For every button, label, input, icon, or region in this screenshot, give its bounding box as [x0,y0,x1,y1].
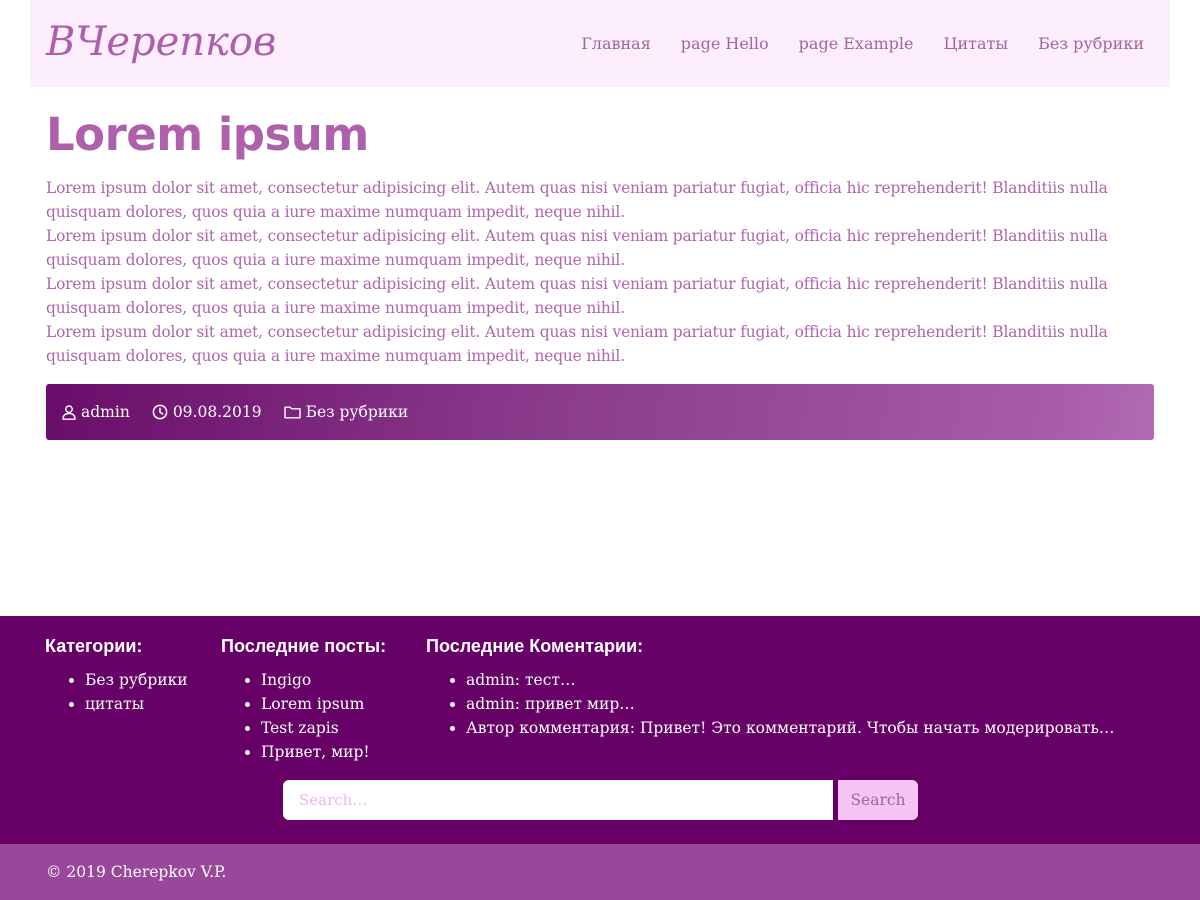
search-form: Search [283,780,918,820]
post-author[interactable]: admin [62,403,130,421]
nav-item-uncategorized[interactable]: Без рубрики [1038,34,1144,53]
list-item: Без рубрики [85,668,188,692]
site-header: ВЧерепков Главная page Hello page Exampl… [30,0,1170,87]
post-link[interactable]: Lorem ipsum [261,695,364,713]
user-icon [62,404,76,420]
site-footer: Категории: Без рубрики цитаты Последние … [0,616,1200,844]
list-item: Автор комментария: Привет! Это комментар… [466,716,1114,740]
post-content: Lorem ipsum dolor sit amet, consectetur … [46,176,1136,368]
nav-item-quotes[interactable]: Цитаты [944,34,1009,53]
post-date: 09.08.2019 [152,403,262,421]
list-item: admin: тест… [466,668,1114,692]
post-paragraph: Lorem ipsum dolor sit amet, consectetur … [46,323,1108,365]
copyright-text: © 2019 Cherepkov V.P. [46,863,227,881]
search-input[interactable] [283,780,833,820]
site-logo[interactable]: ВЧерепков [46,12,276,72]
copyright-bar: © 2019 Cherepkov V.P. [0,844,1200,900]
comment-link[interactable]: Автор комментария: Привет! Это комментар… [466,719,1114,737]
footer-recent-posts-list: Ingigo Lorem ipsum Test zapis Привет, ми… [221,668,386,764]
search-button[interactable]: Search [838,780,918,820]
main-nav: Главная page Hello page Example Цитаты Б… [581,0,1144,87]
post-link[interactable]: Ingigo [261,671,311,689]
list-item: Test zapis [261,716,386,740]
post-paragraph: Lorem ipsum dolor sit amet, consectetur … [46,179,1108,221]
post-paragraph: Lorem ipsum dolor sit amet, consectetur … [46,227,1108,269]
post-link[interactable]: Test zapis [261,719,339,737]
comment-link[interactable]: admin: тест… [466,671,575,689]
footer-categories-list: Без рубрики цитаты [45,668,188,716]
post-link[interactable]: Привет, мир! [261,743,370,761]
post-date-label: 09.08.2019 [172,403,262,421]
footer-categories: Категории: Без рубрики цитаты [45,634,188,716]
list-item: цитаты [85,692,188,716]
post-paragraph: Lorem ipsum dolor sit amet, consectetur … [46,275,1108,317]
nav-item-page-hello[interactable]: page Hello [681,34,769,53]
list-item: Lorem ipsum [261,692,386,716]
post-meta-bar: admin 09.08.2019 Без рубрики [46,384,1154,440]
list-item: Привет, мир! [261,740,386,764]
post-author-label: admin [81,403,130,421]
footer-categories-heading: Категории: [45,636,143,656]
nav-item-home[interactable]: Главная [581,34,651,53]
footer-recent-comments-heading: Последние Коментарии: [426,636,644,656]
clock-icon [152,404,168,420]
category-link[interactable]: Без рубрики [85,671,188,689]
footer-recent-comments: Последние Коментарии: admin: тест… admin… [426,634,1114,740]
folder-icon [283,405,301,419]
post-category-label: Без рубрики [305,403,409,421]
nav-item-page-example[interactable]: page Example [799,34,914,53]
footer-recent-posts: Последние посты: Ingigo Lorem ipsum Test… [221,634,386,764]
comment-link[interactable]: admin: привет мир… [466,695,635,713]
category-link[interactable]: цитаты [85,695,144,713]
post-title: Lorem ipsum [46,108,369,161]
list-item: admin: привет мир… [466,692,1114,716]
list-item: Ingigo [261,668,386,692]
footer-recent-posts-heading: Последние посты: [221,636,387,656]
footer-recent-comments-list: admin: тест… admin: привет мир… Автор ко… [426,668,1114,740]
post-category[interactable]: Без рубрики [283,403,409,421]
